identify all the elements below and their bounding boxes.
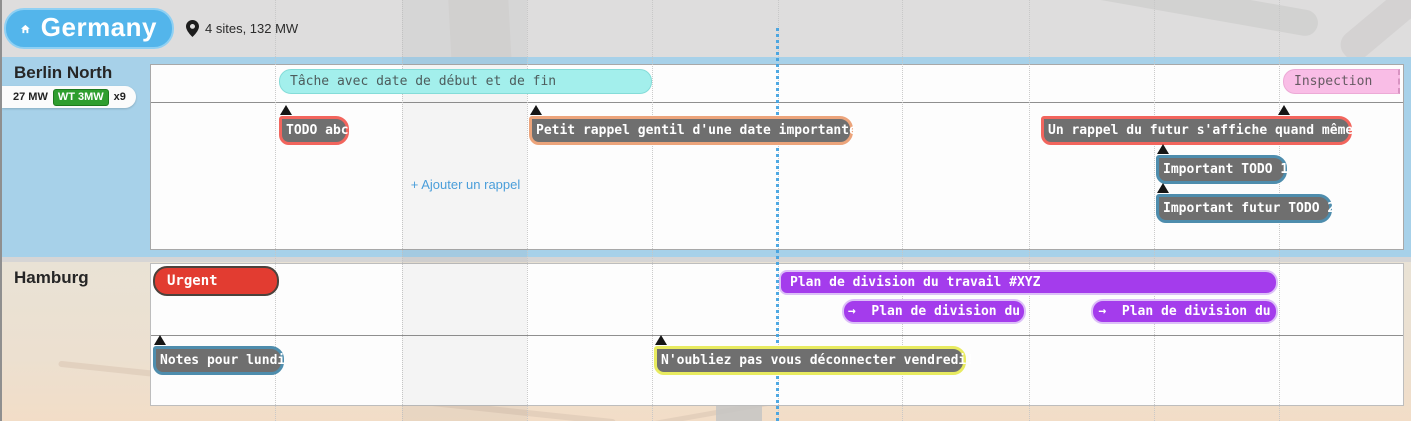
task-bar-urgent[interactable]: Urgent <box>153 266 279 296</box>
site-row-berlin-north: Berlin North 27 MW WT 3MW x9 Tâche avec … <box>2 57 1411 257</box>
task-bar-plan-division-main[interactable]: Plan de division du travail #XYZ <box>779 270 1278 295</box>
reminder-important-futur-todo-2[interactable]: Important futur TODO 2 <box>1156 194 1332 223</box>
sites-summary: 4 sites, 132 MW <box>186 20 298 37</box>
marker-triangle <box>655 335 667 345</box>
site-capacity-pill: 27 MW WT 3MW x9 <box>2 86 136 108</box>
turbine-count: x9 <box>114 91 126 103</box>
location-pin-icon <box>186 20 199 37</box>
add-reminder-link[interactable]: + Ajouter un rappel <box>403 177 528 192</box>
reminder-deconnecter-vendredi[interactable]: N'oubliez pas vous déconnecter vendredi! <box>654 346 966 375</box>
task-bar-tache-debut-fin[interactable]: Tâche avec date de début et de fin <box>279 69 652 94</box>
background-turbine-tower <box>716 406 762 421</box>
home-icon <box>21 20 30 38</box>
task-bar-plan-division-part-1[interactable]: → Plan de division du <box>842 299 1026 324</box>
site-row-hamburg: Hamburg Urgent Plan de division du trava… <box>2 262 1411 421</box>
task-bar-plan-division-part-2[interactable]: → Plan de division du <box>1091 299 1278 324</box>
sites-summary-label: 4 sites, 132 MW <box>205 21 298 36</box>
reminder-rappel-futur[interactable]: Un rappel du futur s'affiche quand même <box>1041 116 1352 145</box>
marker-triangle <box>1157 183 1169 193</box>
grid-line <box>652 0 653 421</box>
task-bar-inspection[interactable]: Inspection <box>1283 69 1400 94</box>
reminder-todo-abc[interactable]: TODO abc <box>279 116 349 145</box>
site-name-berlin-north[interactable]: Berlin North <box>14 63 112 83</box>
marker-triangle <box>530 105 542 115</box>
grid-line <box>1154 0 1155 421</box>
site-capacity: 27 MW <box>13 91 48 103</box>
turbine-type-badge: WT 3MW <box>53 89 109 106</box>
region-home-button[interactable]: Germany <box>4 8 174 49</box>
reminder-important-todo-1[interactable]: Important TODO 1 <box>1156 155 1287 184</box>
top-header: Germany 4 sites, 132 MW <box>0 0 1411 57</box>
marker-triangle <box>154 335 166 345</box>
marker-triangle <box>280 105 292 115</box>
region-label: Germany <box>41 14 157 43</box>
grid-line <box>527 0 528 421</box>
marker-triangle <box>1157 144 1169 154</box>
reminder-petit-rappel[interactable]: Petit rappel gentil d'une date important… <box>529 116 853 145</box>
window-edge <box>0 0 2 421</box>
week-shade-column <box>402 0 527 421</box>
reminder-notes-lundi[interactable]: Notes pour lundi <box>153 346 284 375</box>
background-turbine-blade <box>1020 0 1320 38</box>
grid-line <box>1029 0 1030 421</box>
background-turbine-blade <box>1335 0 1411 57</box>
site-name-hamburg[interactable]: Hamburg <box>14 268 89 288</box>
marker-triangle <box>1278 105 1290 115</box>
